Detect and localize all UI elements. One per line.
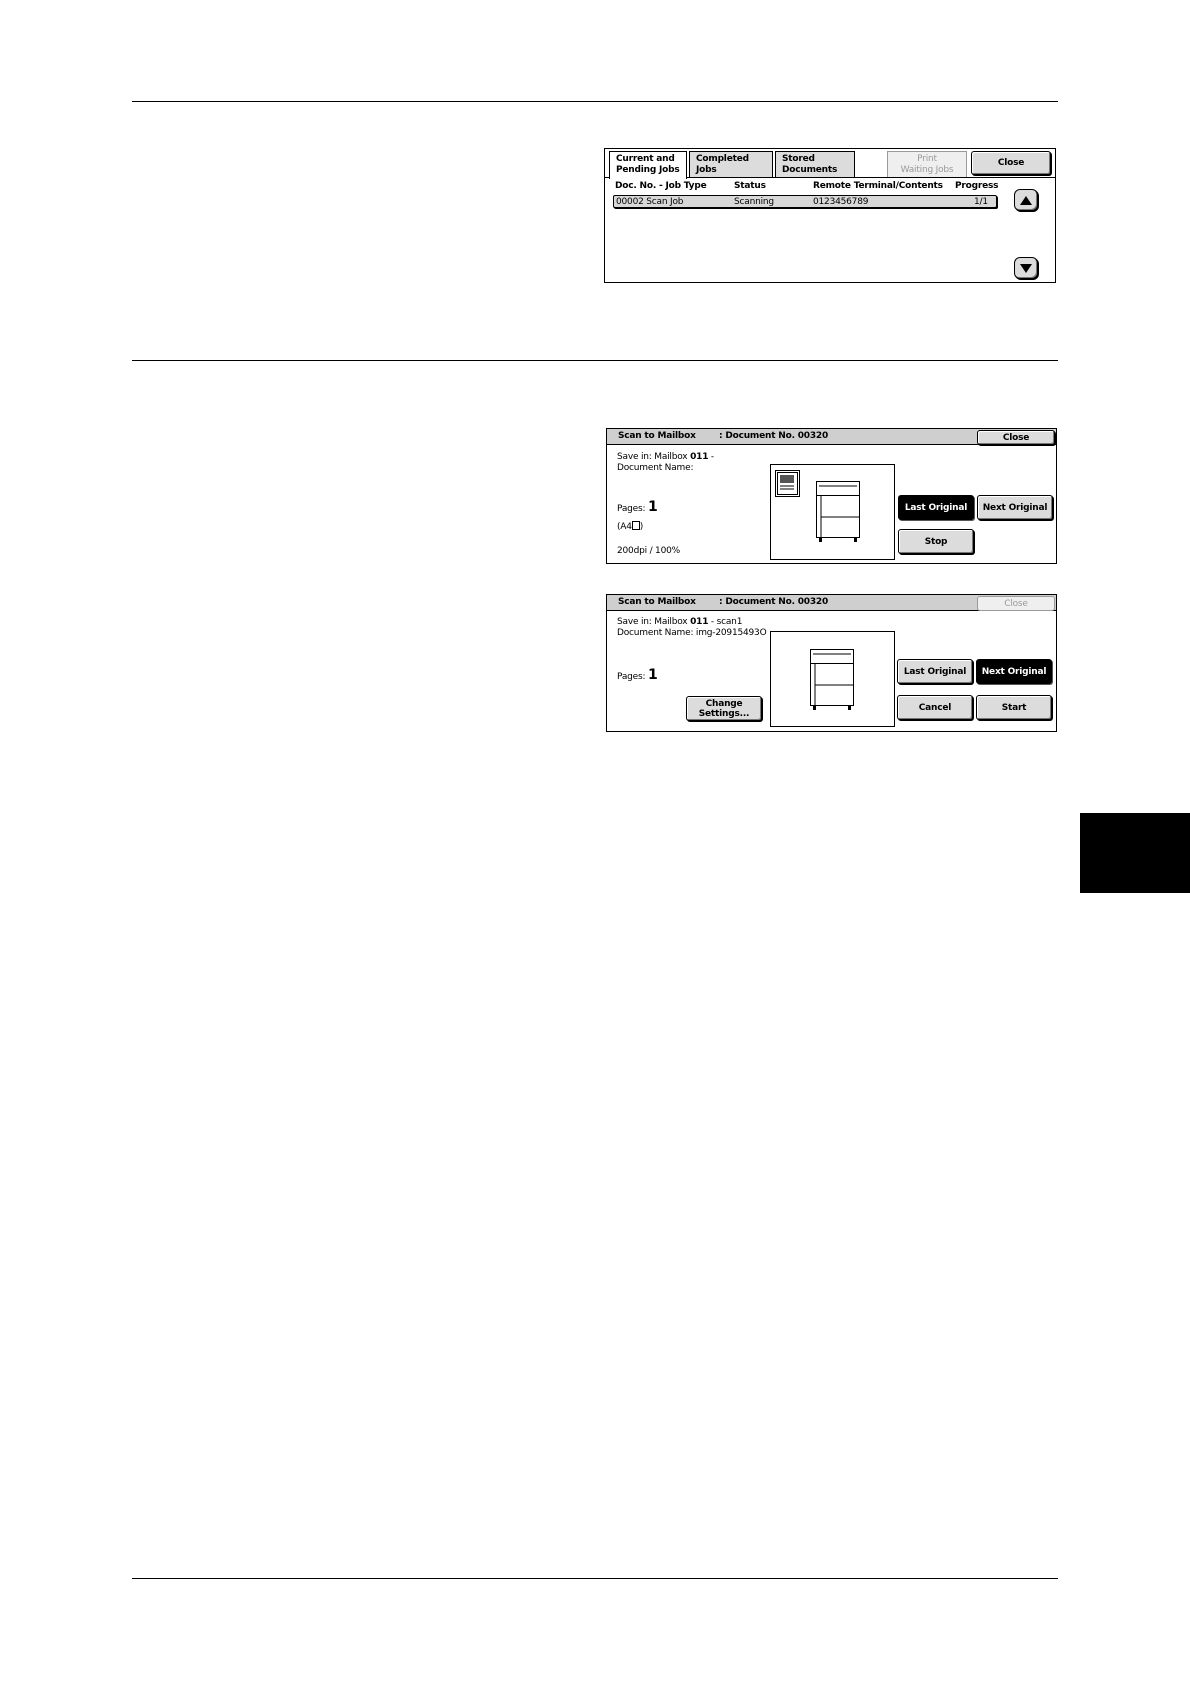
triangle-down-icon	[1020, 263, 1032, 273]
document-name: Document Name:	[617, 463, 694, 473]
paper-orientation-icon	[631, 521, 640, 530]
close-button[interactable]: Close	[971, 151, 1051, 175]
tab-label-line1: Print	[917, 154, 937, 164]
machine-preview	[770, 464, 895, 560]
close-button[interactable]: Close	[977, 596, 1055, 611]
close-button-label: Close	[997, 158, 1025, 168]
stop-button[interactable]: Stop	[898, 529, 974, 554]
close-button[interactable]: Close	[977, 430, 1055, 445]
last-original-label: Last Original	[904, 502, 968, 513]
tab-stored-documents[interactable]: Stored Documents	[775, 151, 855, 177]
tab-label-line1: Current and	[616, 154, 675, 164]
tab-current-pending-jobs[interactable]: Current and Pending Jobs	[609, 151, 687, 179]
pages-value: 1	[647, 667, 658, 683]
scan-title: Scan to Mailbox	[618, 597, 696, 607]
pages-count: Pages: 1	[617, 499, 658, 515]
row-remote: 0123456789	[813, 197, 869, 207]
save-in-label: Save in: Mailbox	[617, 452, 688, 462]
document-name: Document Name: img-20915493O	[617, 628, 767, 638]
last-original-button[interactable]: Last Original	[897, 659, 973, 684]
start-label: Start	[1001, 702, 1027, 713]
row-status: Scanning	[734, 197, 774, 207]
row-progress: 1/1	[974, 197, 988, 207]
tab-print-waiting-jobs[interactable]: Print Waiting Jobs	[887, 151, 967, 177]
next-original-label: Next Original	[981, 666, 1047, 677]
stop-label: Stop	[924, 536, 948, 547]
chapter-thumb-tab	[1080, 813, 1190, 893]
column-header-doc-job-type: Doc. No. - Job Type	[615, 181, 707, 191]
paper-size-close: )	[639, 522, 644, 532]
close-button-label: Close	[1004, 598, 1028, 609]
mailbox-number: 011	[690, 617, 709, 627]
job-status-panel: Current and Pending Jobs Completed Jobs …	[604, 148, 1056, 283]
cancel-label: Cancel	[918, 702, 952, 713]
multifunction-device-icon	[816, 481, 860, 542]
multifunction-device-icon	[810, 649, 854, 710]
column-header-status: Status	[734, 181, 766, 191]
tab-label-line1: Completed Jobs	[696, 154, 749, 175]
cancel-button[interactable]: Cancel	[897, 695, 973, 720]
mailbox-number: 011	[690, 452, 709, 462]
next-original-label: Next Original	[982, 502, 1048, 513]
scan-to-mailbox-panel-scanning: Scan to Mailbox : Document No. 00320 Clo…	[606, 428, 1057, 564]
close-button-label: Close	[1002, 432, 1030, 443]
paper-size-label: (A4	[617, 522, 632, 532]
column-header-progress: Progress	[955, 181, 999, 191]
machine-preview	[770, 631, 895, 727]
save-in-mailbox: Save in: Mailbox 011 - scan1	[617, 617, 742, 628]
pages-label: Pages:	[617, 672, 646, 682]
document-number: : Document No. 00320	[719, 431, 829, 441]
table-row[interactable]: 00002 Scan Job Scanning 0123456789 1/1	[613, 195, 997, 208]
start-button[interactable]: Start	[976, 695, 1052, 720]
save-in-mailbox: Save in: Mailbox 011 -	[617, 452, 714, 463]
change-settings-line2: Settings...	[698, 708, 750, 719]
triangle-up-icon	[1020, 195, 1032, 205]
bottom-rule	[132, 1578, 1058, 1579]
tab-label-line2: Pending Jobs	[616, 165, 680, 175]
row-doc-job: 00002 Scan Job	[616, 197, 684, 207]
pages-label: Pages:	[617, 504, 646, 514]
tab-label-line1: Stored	[782, 154, 815, 164]
change-settings-button[interactable]: Change Settings...	[686, 696, 762, 721]
scanned-page-icon	[775, 470, 800, 497]
tab-completed-jobs[interactable]: Completed Jobs	[689, 151, 773, 177]
resolution-zoom: 200dpi / 100%	[617, 546, 680, 556]
last-original-button[interactable]: Last Original	[898, 495, 974, 520]
save-in-label: Save in: Mailbox	[617, 617, 688, 627]
last-original-label: Last Original	[903, 666, 967, 677]
scan-title: Scan to Mailbox	[618, 431, 696, 441]
middle-rule	[132, 360, 1058, 361]
scroll-up-button[interactable]	[1014, 189, 1038, 211]
mailbox-name: -	[708, 452, 714, 462]
column-header-remote-terminal: Remote Terminal/Contents	[813, 181, 943, 191]
scan-to-mailbox-panel-next-original: Scan to Mailbox : Document No. 00320 Clo…	[606, 594, 1057, 732]
pages-value: 1	[647, 499, 658, 515]
pages-count: Pages: 1	[617, 667, 658, 683]
top-rule	[132, 101, 1058, 102]
mailbox-name: - scan1	[708, 617, 743, 627]
tab-label-line2: Waiting Jobs	[900, 165, 954, 175]
next-original-button[interactable]: Next Original	[977, 495, 1053, 520]
document-number: : Document No. 00320	[719, 597, 829, 607]
tab-label-line2: Documents	[782, 165, 838, 175]
next-original-button[interactable]: Next Original	[976, 659, 1052, 684]
paper-size: (A4)	[617, 521, 643, 533]
scroll-down-button[interactable]	[1014, 257, 1038, 279]
change-settings-line1: Change	[705, 698, 743, 709]
